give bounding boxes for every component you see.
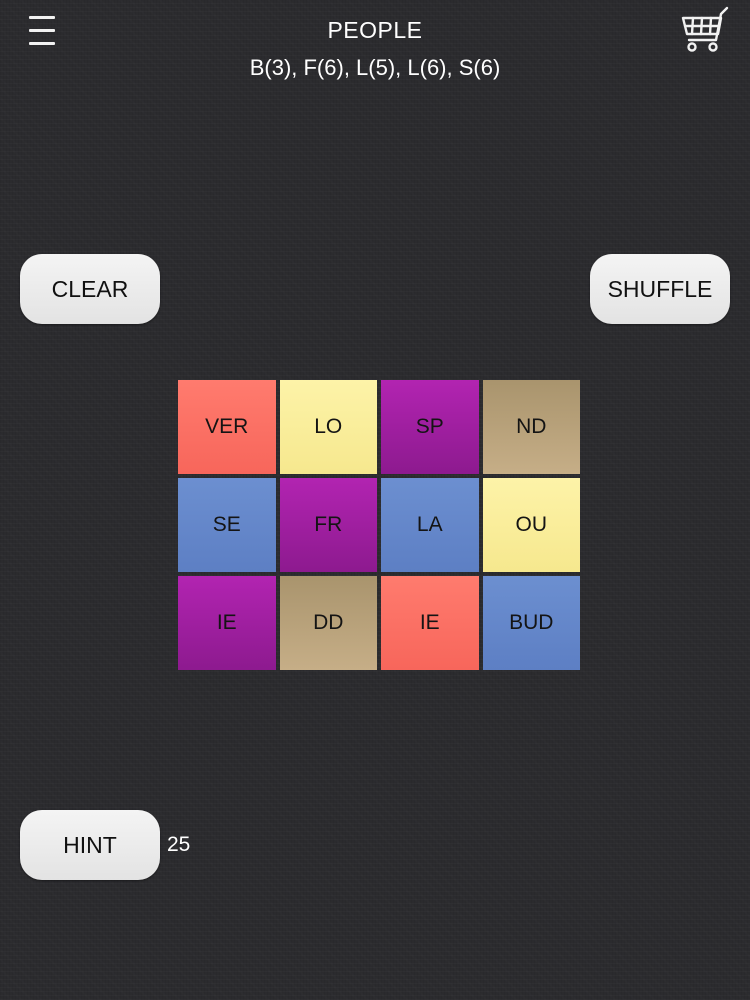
letter-tile[interactable]: SE bbox=[178, 478, 276, 572]
shuffle-button[interactable]: SHUFFLE bbox=[590, 254, 730, 324]
letter-tile[interactable]: OU bbox=[482, 478, 580, 572]
letter-tile[interactable]: DD bbox=[279, 576, 377, 670]
letter-tile[interactable]: IE bbox=[381, 576, 479, 670]
letter-tile[interactable]: LO bbox=[279, 380, 377, 474]
cart-button[interactable] bbox=[677, 4, 737, 56]
word-length-clues: B(3), F(6), L(5), L(6), S(6) bbox=[249, 55, 501, 80]
letter-tile[interactable]: ND bbox=[482, 380, 580, 474]
hint-button[interactable]: HINT bbox=[20, 810, 160, 880]
clear-button[interactable]: CLEAR bbox=[20, 254, 160, 324]
letter-tile[interactable]: IE bbox=[178, 576, 276, 670]
letter-tile[interactable]: BUD bbox=[482, 576, 580, 670]
puzzle-title: PEOPLE bbox=[327, 17, 423, 43]
letter-tile[interactable]: FR bbox=[279, 478, 377, 572]
hint-count: 25 bbox=[167, 833, 191, 856]
shopping-cart-icon bbox=[681, 6, 729, 52]
tile-board: VER LO SP ND SE FR LA OU IE DD IE BUD bbox=[178, 380, 580, 670]
letter-tile[interactable]: SP bbox=[381, 380, 479, 474]
letter-tile[interactable]: LA bbox=[381, 478, 479, 572]
letter-tile[interactable]: VER bbox=[178, 380, 276, 474]
